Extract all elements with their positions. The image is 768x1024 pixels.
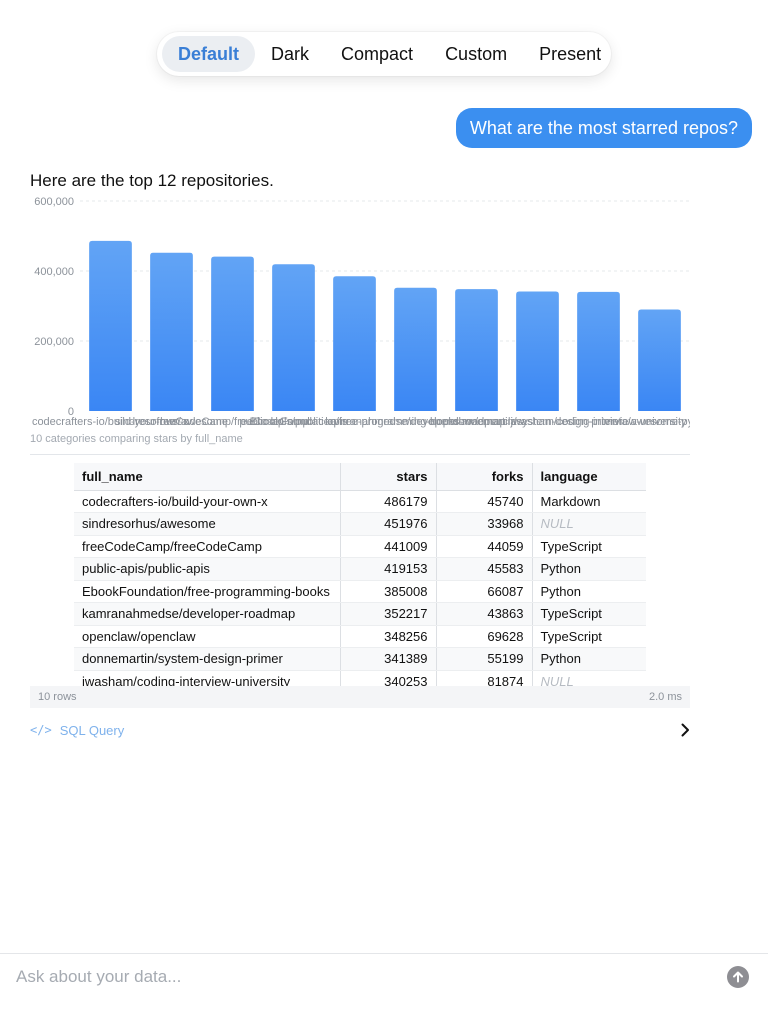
user-message-bubble: What are the most starred repos?	[455, 108, 752, 148]
cell-full-name: codecrafters-io/build-your-own-x	[74, 490, 340, 513]
table-row: donnemartin/system-design-primer 341389 55…	[74, 647, 646, 671]
cell-stars: 385008	[339, 580, 436, 603]
sql-query-toggle[interactable]: </> SQL Query	[30, 718, 694, 742]
x-tick-label: vinta/awesome-python	[604, 416, 690, 428]
table-row: jwasham/coding-interview-university 34025…	[74, 670, 646, 686]
table-row: EbookFoundation/free-programming-books 38…	[74, 580, 646, 603]
cell-language: NULL	[531, 512, 646, 536]
cell-forks: 81874	[435, 670, 532, 686]
table-header-row: full_name stars forks language	[74, 463, 646, 491]
table-footer: 10 rows 2.0 ms	[30, 686, 690, 708]
cell-language: TypeScript	[531, 602, 646, 626]
stars-bar-chart: 0 200,000 400,000 600,000 codecrafters-io/bu…	[30, 192, 690, 432]
chart-caption: 10 categories comparing stars by full_na…	[30, 433, 243, 445]
theme-switcher: Default Dark Compact Custom Present	[157, 32, 611, 76]
cell-forks: 33968	[435, 512, 532, 536]
cell-language: Markdown	[531, 490, 646, 513]
row-count: 10 rows	[38, 691, 77, 703]
cell-full-name: kamranahmedse/developer-roadmap	[74, 602, 340, 626]
theme-option-present[interactable]: Present	[523, 36, 617, 72]
column-header-forks[interactable]: forks	[435, 463, 532, 491]
theme-option-custom[interactable]: Custom	[429, 36, 523, 72]
theme-option-compact[interactable]: Compact	[325, 36, 429, 72]
message-input[interactable]	[16, 964, 696, 990]
bar-0[interactable]	[89, 240, 132, 411]
table-row: kamranahmedse/developer-roadmap 352217 438…	[74, 602, 646, 626]
cell-full-name: jwasham/coding-interview-university	[74, 670, 340, 686]
cell-forks: 66087	[435, 580, 532, 603]
code-brackets-icon: </>	[30, 723, 52, 737]
column-header-language[interactable]: language	[531, 463, 646, 491]
bar-6[interactable]	[455, 289, 498, 411]
cell-stars: 441009	[339, 535, 436, 558]
bar-2[interactable]	[211, 256, 254, 411]
table-row: openclaw/openclaw 348256 69628 TypeScript	[74, 625, 646, 648]
cell-language: NULL	[531, 670, 646, 686]
cell-language: Python	[531, 557, 646, 581]
cell-stars: 451976	[339, 512, 436, 536]
results-table: full_name stars forks language codecraft…	[74, 463, 646, 686]
cell-forks: 55199	[435, 647, 532, 671]
cell-forks: 45583	[435, 557, 532, 581]
message-composer	[0, 953, 768, 1024]
cell-stars: 352217	[339, 602, 436, 626]
bar-5[interactable]	[394, 287, 437, 411]
bar-7[interactable]	[516, 291, 559, 411]
bar-1[interactable]	[150, 252, 193, 411]
cell-stars: 419153	[339, 557, 436, 581]
cell-full-name: EbookFoundation/free-programming-books	[74, 580, 340, 603]
bar-9[interactable]	[638, 309, 681, 412]
table-row: public-apis/public-apis 419153 45583 Python	[74, 557, 646, 581]
theme-option-dark[interactable]: Dark	[255, 36, 325, 72]
send-button[interactable]	[727, 966, 749, 988]
y-tick-label: 200,000	[34, 336, 74, 348]
cell-stars: 341389	[339, 647, 436, 671]
cell-language: TypeScript	[531, 535, 646, 558]
cell-forks: 45740	[435, 490, 532, 513]
y-tick-label: 600,000	[34, 196, 74, 208]
divider	[30, 454, 690, 455]
cell-language: Python	[531, 647, 646, 671]
table-row: sindresorhus/awesome 451976 33968 NULL	[74, 512, 646, 536]
cell-forks: 69628	[435, 625, 532, 648]
cell-stars: 486179	[339, 490, 436, 513]
cell-forks: 43863	[435, 602, 532, 626]
cell-full-name: openclaw/openclaw	[74, 625, 340, 648]
cell-language: Python	[531, 580, 646, 603]
bar-3[interactable]	[272, 264, 315, 411]
assistant-intro-text: Here are the top 12 repositories.	[30, 171, 274, 190]
column-header-full-name[interactable]: full_name	[74, 463, 340, 491]
cell-full-name: freeCodeCamp/freeCodeCamp	[74, 535, 340, 558]
theme-option-default[interactable]: Default	[162, 36, 256, 72]
table-row: freeCodeCamp/freeCodeCamp 441009 44059 Type…	[74, 535, 646, 558]
cell-full-name: public-apis/public-apis	[74, 557, 340, 581]
bar-8[interactable]	[577, 291, 620, 411]
chart-svg: 0200,000400,000600,000codecrafters-io/bu…	[32, 196, 690, 428]
cell-full-name: donnemartin/system-design-primer	[74, 647, 340, 671]
cell-language: TypeScript	[531, 625, 646, 648]
bar-4[interactable]	[333, 276, 376, 411]
y-tick-label: 400,000	[34, 266, 74, 278]
chevron-right-icon[interactable]	[676, 721, 694, 739]
cell-stars: 340253	[339, 670, 436, 686]
column-header-stars[interactable]: stars	[339, 463, 436, 491]
cell-forks: 44059	[435, 535, 532, 558]
cell-stars: 348256	[339, 625, 436, 648]
table-row: codecrafters-io/build-your-own-x 486179 45…	[74, 490, 646, 513]
cell-full-name: sindresorhus/awesome	[74, 512, 340, 536]
results-table-scroll[interactable]: full_name stars forks language codecraft…	[74, 463, 646, 686]
arrow-up-icon	[733, 971, 743, 983]
sql-query-label: SQL Query	[59, 722, 125, 738]
query-time: 2.0 ms	[648, 691, 682, 703]
